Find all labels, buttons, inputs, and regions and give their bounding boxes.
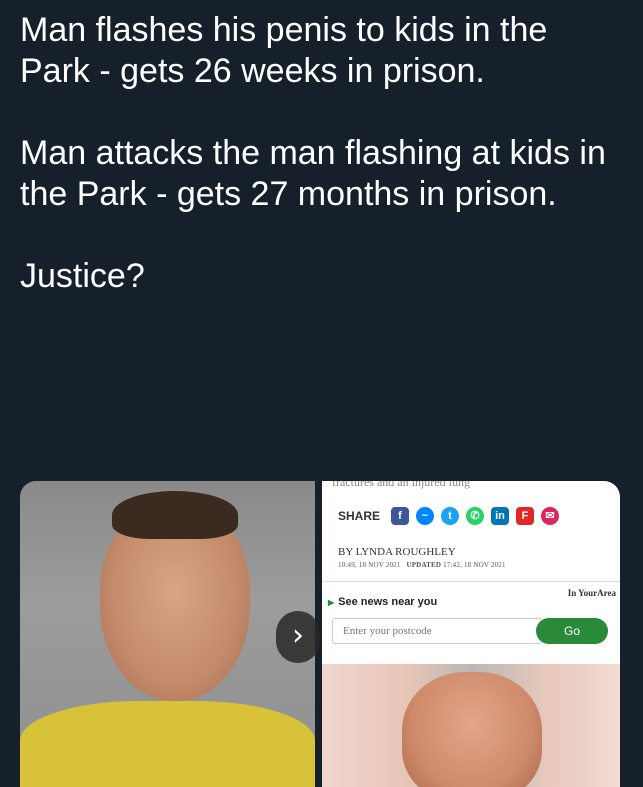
updated-label: UPDATED [406, 561, 442, 569]
tweet-paragraph-2: Man attacks the man flashing at kids in … [20, 134, 606, 213]
byline: BY LYNDA ROUGHLEY [338, 546, 456, 558]
email-icon[interactable]: ✉ [541, 507, 560, 525]
share-label: SHARE [338, 509, 381, 523]
messenger-icon[interactable]: ~ [416, 507, 435, 525]
facebook-icon[interactable]: f [391, 507, 410, 525]
cut-text: fractures and an injured lung [332, 481, 470, 489]
tweet-text: Man flashes his penis to kids in the Par… [20, 10, 620, 297]
twitter-icon[interactable]: t [441, 507, 460, 525]
flipboard-icon[interactable]: F [516, 507, 535, 525]
linkedin-icon[interactable]: in [491, 507, 510, 525]
news-article-screenshot[interactable]: fractures and an injured lung SHARE f ~ … [322, 481, 620, 787]
postcode-input[interactable] [332, 618, 542, 644]
mugshot-photo-left[interactable] [20, 481, 315, 787]
share-row: SHARE f ~ t ✆ in F ✉ [338, 507, 560, 525]
yellow-shirt [20, 701, 315, 787]
go-button[interactable]: Go [536, 618, 608, 644]
news-near-you: ▶ See news near you [328, 596, 437, 608]
triangle-icon: ▶ [328, 598, 335, 607]
updated-time: 17:42, 18 NOV 2021 [443, 561, 506, 569]
mugshot-photo-right [322, 664, 620, 787]
divider [322, 581, 620, 582]
tweet-paragraph-1: Man flashes his penis to kids in the Par… [20, 11, 548, 90]
published-time: 10:49, 18 NOV 2021 [338, 561, 401, 569]
in-your-area-logo: In YourArea [567, 588, 616, 598]
whatsapp-icon[interactable]: ✆ [466, 507, 485, 525]
carousel-next-button[interactable]: › [276, 611, 320, 663]
face [402, 672, 542, 787]
timestamps: 10:49, 18 NOV 2021 UPDATED 17:42, 18 NOV… [338, 561, 506, 569]
tweet-paragraph-3: Justice? [20, 257, 145, 295]
hair [112, 491, 238, 539]
near-label: See news near you [338, 596, 438, 608]
